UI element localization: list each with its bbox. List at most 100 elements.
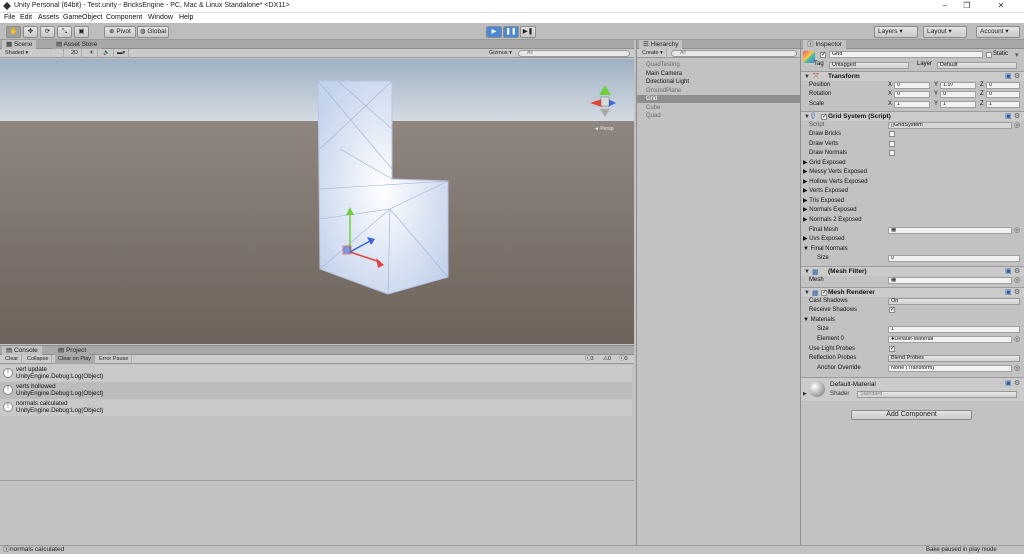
foldout-verts-exposed[interactable]: ▶ Verts Exposed [803, 187, 848, 196]
hierarchy-search-input[interactable]: All [671, 50, 797, 57]
add-component-button[interactable]: Add Component [851, 410, 972, 420]
static-checkbox[interactable] [986, 52, 992, 58]
tab-asset-store[interactable]: ▤ Asset Store [52, 40, 102, 49]
cast-shadows-dropdown[interactable]: On [888, 298, 1020, 305]
menu-gameobject[interactable]: GameObject [63, 13, 102, 23]
foldout-materials[interactable]: ▼ Materials [803, 316, 835, 325]
object-name-field[interactable]: Grid [829, 51, 983, 58]
tag-dropdown[interactable]: Untagged [829, 62, 909, 69]
object-picker-icon[interactable]: ◎ [1014, 122, 1021, 129]
help-icon[interactable]: ▣ [1005, 289, 1012, 296]
pause-button[interactable]: ❚❚ [503, 26, 519, 38]
object-picker-icon[interactable]: ◎ [1014, 227, 1021, 234]
clear-on-play-button[interactable]: Clear on Play [55, 355, 96, 364]
position-z-field[interactable]: 0 [986, 82, 1020, 89]
mesh-field[interactable]: ▦ [888, 277, 1012, 284]
object-picker-icon[interactable]: ◎ [1014, 336, 1021, 343]
global-toggle[interactable]: ◍ Global [137, 26, 169, 38]
clear-button[interactable]: Clear [2, 355, 23, 364]
2d-toggle[interactable]: 2D [68, 49, 83, 58]
hierarchy-item[interactable]: Directional Light [637, 78, 802, 86]
hierarchy-item-selected[interactable]: Grid [637, 95, 802, 103]
close-button[interactable]: ✕ [990, 0, 1012, 12]
reflection-probes-dropdown[interactable]: Blend Probes [888, 355, 1020, 362]
grid-system-header[interactable]: ▼ {} ✓ Grid System (Script) ▣ ⚙ [801, 111, 1024, 121]
audio-toggle-icon[interactable]: 🔈 [100, 49, 114, 58]
rotation-y-field[interactable]: 0 [940, 91, 976, 98]
foldout-messy-verts[interactable]: ▶ Messy Verts Exposed [803, 168, 867, 177]
minimize-button[interactable]: – [934, 0, 956, 12]
menu-component[interactable]: Component [106, 13, 142, 23]
status-message[interactable]: normals calculated [10, 546, 64, 554]
lighting-toggle-icon[interactable]: ☀ [86, 49, 98, 58]
position-y-field[interactable]: 1.97 [940, 82, 976, 89]
anchor-override-field[interactable]: None (Transform) [888, 365, 1012, 372]
foldout-uvs-exposed[interactable]: ▶ Uvs Exposed [803, 235, 845, 244]
console-entry[interactable]: ! normals calculated UnityEngine.Debug:L… [0, 399, 632, 416]
menu-file[interactable]: File [4, 13, 15, 23]
menu-window[interactable]: Window [148, 13, 173, 23]
object-picker-icon[interactable]: ◎ [1014, 365, 1021, 372]
move-tool-button[interactable]: ✥ [23, 26, 38, 38]
layer-dropdown[interactable]: Default [937, 62, 1017, 69]
rotation-x-field[interactable]: 0 [894, 91, 930, 98]
tab-console[interactable]: ▤ Console [2, 346, 42, 355]
layout-dropdown[interactable]: Layout ▾ [923, 26, 967, 38]
material-section[interactable]: ▶ Default-Material Shader Standard ▣ ⚙ [801, 377, 1024, 401]
light-probes-checkbox[interactable]: ✓ [889, 346, 895, 352]
draw-verts-checkbox[interactable] [889, 141, 895, 147]
transform-header[interactable]: ▼ ⤧ Transform ▣ ⚙ [801, 71, 1024, 81]
hierarchy-item[interactable]: Cube [637, 104, 802, 112]
gizmos-dropdown[interactable]: Gizmos ▾ [486, 49, 515, 58]
component-enabled-checkbox[interactable]: ✓ [821, 290, 827, 296]
account-dropdown[interactable]: Account ▾ [976, 26, 1020, 38]
maximize-button[interactable]: ❐ [956, 0, 978, 12]
gear-icon[interactable]: ⚙ [1014, 73, 1021, 80]
error-pause-button[interactable]: Error Pause [96, 355, 133, 364]
foldout-grid-exposed[interactable]: ▶ Grid Exposed [803, 159, 846, 168]
hierarchy-item[interactable]: GroundPlane [637, 87, 802, 95]
active-checkbox[interactable]: ✓ [820, 52, 826, 58]
draw-bricks-checkbox[interactable] [889, 131, 895, 137]
help-icon[interactable]: ▣ [1005, 113, 1012, 120]
element0-field[interactable]: ●Default-Material [888, 336, 1012, 343]
draw-normals-checkbox[interactable] [889, 150, 895, 156]
console-entry[interactable]: ! vert update UnityEngine.Debug:Log(Obje… [0, 365, 632, 382]
final-normals-size-field[interactable]: 0 [888, 255, 1020, 262]
scale-tool-button[interactable]: ⤡ [57, 26, 72, 38]
gear-icon[interactable]: ⚙ [1014, 289, 1021, 296]
help-icon[interactable]: ▣ [1005, 380, 1012, 387]
help-icon[interactable]: ▣ [1005, 268, 1012, 275]
gear-icon[interactable]: ⚙ [1014, 268, 1021, 275]
scale-y-field[interactable]: 1 [940, 101, 976, 108]
foldout-final-normals[interactable]: ▼ Final Normals [803, 245, 848, 254]
materials-size-field[interactable]: 1 [888, 326, 1020, 333]
gear-icon[interactable]: ⚙ [1014, 113, 1021, 120]
persp-label[interactable]: ◄ Persp [594, 126, 614, 132]
menu-assets[interactable]: Assets [38, 13, 59, 23]
menu-edit[interactable]: Edit [20, 13, 32, 23]
mesh-filter-header[interactable]: ▼ ▦ (Mesh Filter) ▣ ⚙ [801, 266, 1024, 276]
static-chevron-down-icon[interactable]: ▾ [1015, 52, 1022, 59]
play-button[interactable]: ▶ [486, 26, 502, 38]
collapse-button[interactable]: Collapse [24, 355, 53, 364]
shading-dropdown[interactable]: Shaded ▾ [2, 49, 64, 58]
component-enabled-checkbox[interactable]: ✓ [821, 114, 827, 120]
rotate-tool-button[interactable]: ⟳ [40, 26, 55, 38]
script-field[interactable]: ▯GridSystem [888, 122, 1012, 129]
tab-hierarchy[interactable]: ☰ Hierarchy [639, 40, 683, 49]
create-dropdown[interactable]: Create ▾ [639, 49, 667, 58]
error-count-toggle[interactable]: ⓘ0 [616, 355, 631, 364]
receive-shadows-checkbox[interactable]: ✓ [889, 307, 895, 313]
console-entry[interactable]: ! verts hollowed UnityEngine.Debug:Log(O… [0, 382, 632, 399]
foldout-normals2-exposed[interactable]: ▶ Normals 2 Exposed [803, 216, 862, 225]
final-mesh-field[interactable]: ▦ [888, 227, 1012, 234]
menu-help[interactable]: Help [179, 13, 193, 23]
foldout-hollow-verts[interactable]: ▶ Hollow Verts Exposed [803, 178, 868, 187]
object-picker-icon[interactable]: ◎ [1014, 277, 1021, 284]
foldout-tris-exposed[interactable]: ▶ Tris Exposed [803, 197, 844, 206]
pivot-toggle[interactable]: ⊕ Pivot [104, 26, 136, 38]
rotation-z-field[interactable]: 0 [986, 91, 1020, 98]
tab-scene[interactable]: ▦ Scene [2, 40, 37, 49]
scale-x-field[interactable]: 1 [894, 101, 930, 108]
